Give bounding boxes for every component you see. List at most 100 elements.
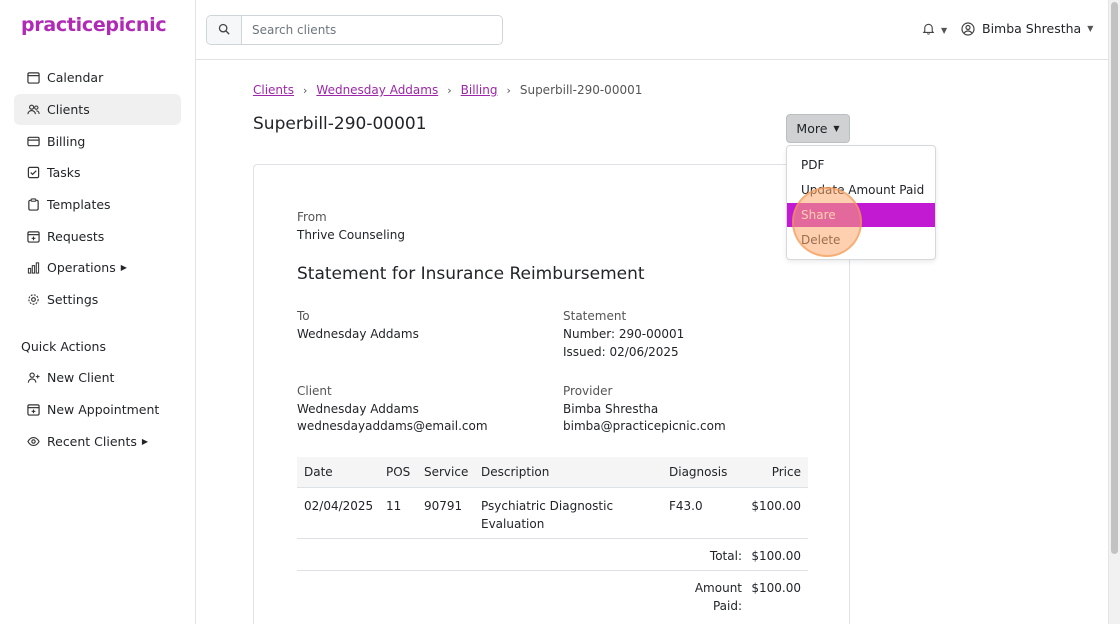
page-title: Superbill-290-00001 bbox=[253, 114, 427, 134]
to-label: To bbox=[297, 309, 310, 323]
sidebar-item-clients[interactable]: Clients bbox=[14, 93, 181, 126]
sidebar-nav: Calendar Clients Billing Tasks Templates bbox=[14, 62, 181, 316]
total-row: Total: $100.00 bbox=[297, 539, 808, 571]
breadcrumb-client-name[interactable]: Wednesday Addams bbox=[316, 83, 438, 97]
statement-title: Statement for Insurance Reimbursement bbox=[297, 264, 645, 284]
breadcrumb-current: Superbill-290-00001 bbox=[519, 83, 643, 97]
amount-paid-label-line2: Paid: bbox=[712, 599, 742, 613]
sidebar-item-label: Billing bbox=[47, 133, 86, 149]
users-icon bbox=[27, 103, 40, 116]
user-circle-icon bbox=[961, 21, 975, 36]
topbar: ▼ Bimba Shrestha ▼ bbox=[196, 0, 1108, 60]
from-label: From bbox=[297, 210, 327, 224]
menu-item-pdf[interactable]: PDF bbox=[787, 153, 935, 177]
sidebar-item-label: Calendar bbox=[47, 70, 104, 86]
services-table: Date POS Service Description Diagnosis P… bbox=[297, 457, 808, 623]
credit-card-icon bbox=[27, 135, 40, 148]
client-email: wednesdayaddams@email.com bbox=[297, 419, 488, 433]
sidebar-item-label: Tasks bbox=[47, 165, 81, 181]
amount-paid-label-line1: Amount bbox=[694, 581, 742, 595]
page-scrollbar[interactable] bbox=[1108, 0, 1120, 624]
column-header-service: Service bbox=[424, 465, 469, 479]
client-label: Client bbox=[297, 384, 332, 398]
search-input[interactable] bbox=[242, 16, 502, 44]
cell-price: $100.00 bbox=[751, 499, 801, 513]
cell-pos: 11 bbox=[386, 499, 402, 513]
check-square-icon bbox=[27, 166, 40, 179]
sidebar-item-billing[interactable]: Billing bbox=[14, 125, 181, 157]
table-row: 02/04/2025 11 90791 Psychiatric Diagnost… bbox=[297, 488, 808, 539]
sidebar-item-calendar[interactable]: Calendar bbox=[14, 62, 181, 94]
breadcrumb-billing[interactable]: Billing bbox=[461, 83, 498, 97]
chevron-right-icon: › bbox=[506, 83, 511, 97]
chevron-right-icon: › bbox=[447, 83, 452, 97]
amount-paid-label: Amount Paid: bbox=[695, 579, 742, 615]
quick-actions: New Client New Appointment Recent Client… bbox=[14, 362, 181, 457]
breadcrumb-clients[interactable]: Clients bbox=[253, 83, 294, 97]
user-plus-icon bbox=[27, 371, 40, 384]
quick-action-new-appointment[interactable]: New Appointment bbox=[14, 394, 181, 426]
client-name: Wednesday Addams bbox=[297, 402, 419, 416]
sidebar-item-label: Requests bbox=[47, 228, 105, 244]
sidebar-item-label: Templates bbox=[47, 197, 111, 213]
total-label: Total: bbox=[709, 549, 742, 563]
clipboard-icon bbox=[27, 198, 40, 211]
more-dropdown-menu: PDF Update Amount Paid Share Delete bbox=[786, 145, 936, 260]
sidebar-item-operations[interactable]: Operations ▶ bbox=[14, 252, 181, 284]
sidebar-item-label: Clients bbox=[47, 102, 90, 118]
column-header-description: Description bbox=[481, 465, 550, 479]
total-value: $100.00 bbox=[751, 549, 801, 563]
quick-action-label: New Appointment bbox=[47, 402, 160, 418]
amount-paid-value: $100.00 bbox=[751, 581, 801, 595]
caret-down-icon: ▼ bbox=[1087, 24, 1094, 33]
bar-chart-icon bbox=[27, 261, 40, 275]
more-button-label: More bbox=[796, 121, 828, 136]
superbill-card: From Thrive Counseling Statement for Ins… bbox=[253, 164, 850, 624]
cell-description-line2: Evaluation bbox=[481, 517, 545, 531]
search-button[interactable] bbox=[207, 16, 242, 44]
scrollbar-thumb[interactable] bbox=[1111, 2, 1118, 554]
cell-description-line1: Psychiatric Diagnostic bbox=[481, 499, 614, 513]
statement-number: Number: 290-00001 bbox=[563, 327, 685, 341]
sidebar-item-label: Operations bbox=[47, 260, 116, 276]
search-group bbox=[206, 15, 503, 45]
search-icon bbox=[218, 23, 230, 38]
chevron-right-icon: › bbox=[303, 83, 308, 97]
quick-action-label: Recent Clients bbox=[47, 433, 137, 449]
menu-item-delete[interactable]: Delete bbox=[787, 228, 935, 252]
notifications-button[interactable]: ▼ bbox=[922, 22, 947, 38]
sidebar-item-templates[interactable]: Templates bbox=[14, 189, 181, 221]
caret-down-icon: ▼ bbox=[833, 124, 840, 133]
provider-name: Bimba Shrestha bbox=[563, 402, 659, 416]
sidebar-item-settings[interactable]: Settings bbox=[14, 284, 181, 316]
from-value: Thrive Counseling bbox=[297, 228, 405, 242]
cell-date: 02/04/2025 bbox=[304, 499, 374, 513]
breadcrumb: Clients › Wednesday Addams › Billing › S… bbox=[253, 83, 642, 97]
app-logo[interactable]: practicepicnic bbox=[21, 14, 167, 36]
provider-label: Provider bbox=[563, 384, 613, 398]
quick-action-new-client[interactable]: New Client bbox=[14, 362, 181, 394]
sidebar: practicepicnic Calendar Clients Billing … bbox=[0, 0, 196, 624]
column-header-diagnosis: Diagnosis bbox=[669, 465, 728, 479]
calendar-plus-icon bbox=[27, 403, 40, 416]
column-header-price: Price bbox=[771, 465, 801, 479]
quick-action-recent-clients[interactable]: Recent Clients ▶ bbox=[14, 425, 181, 457]
quick-actions-title: Quick Actions bbox=[21, 339, 106, 354]
sidebar-item-label: Settings bbox=[47, 292, 99, 308]
cell-service: 90791 bbox=[424, 499, 463, 513]
sidebar-item-tasks[interactable]: Tasks bbox=[14, 157, 181, 189]
calendar-plus-icon bbox=[27, 230, 40, 243]
user-name: Bimba Shrestha bbox=[982, 21, 1082, 36]
sidebar-item-requests[interactable]: Requests bbox=[14, 220, 181, 252]
provider-email: bimba@practicepicnic.com bbox=[563, 419, 726, 433]
more-button[interactable]: More ▼ bbox=[786, 114, 850, 143]
gear-icon bbox=[27, 293, 40, 306]
cell-diagnosis: F43.0 bbox=[669, 499, 703, 513]
eye-icon bbox=[27, 435, 40, 448]
caret-right-icon: ▶ bbox=[141, 436, 149, 446]
user-menu[interactable]: Bimba Shrestha ▼ bbox=[961, 21, 1093, 36]
table-header: Date POS Service Description Diagnosis P… bbox=[297, 457, 808, 488]
menu-item-share[interactable]: Share bbox=[787, 203, 935, 227]
menu-item-update-amount-paid[interactable]: Update Amount Paid bbox=[787, 178, 935, 202]
cell-description: Psychiatric Diagnostic Evaluation bbox=[481, 497, 613, 533]
